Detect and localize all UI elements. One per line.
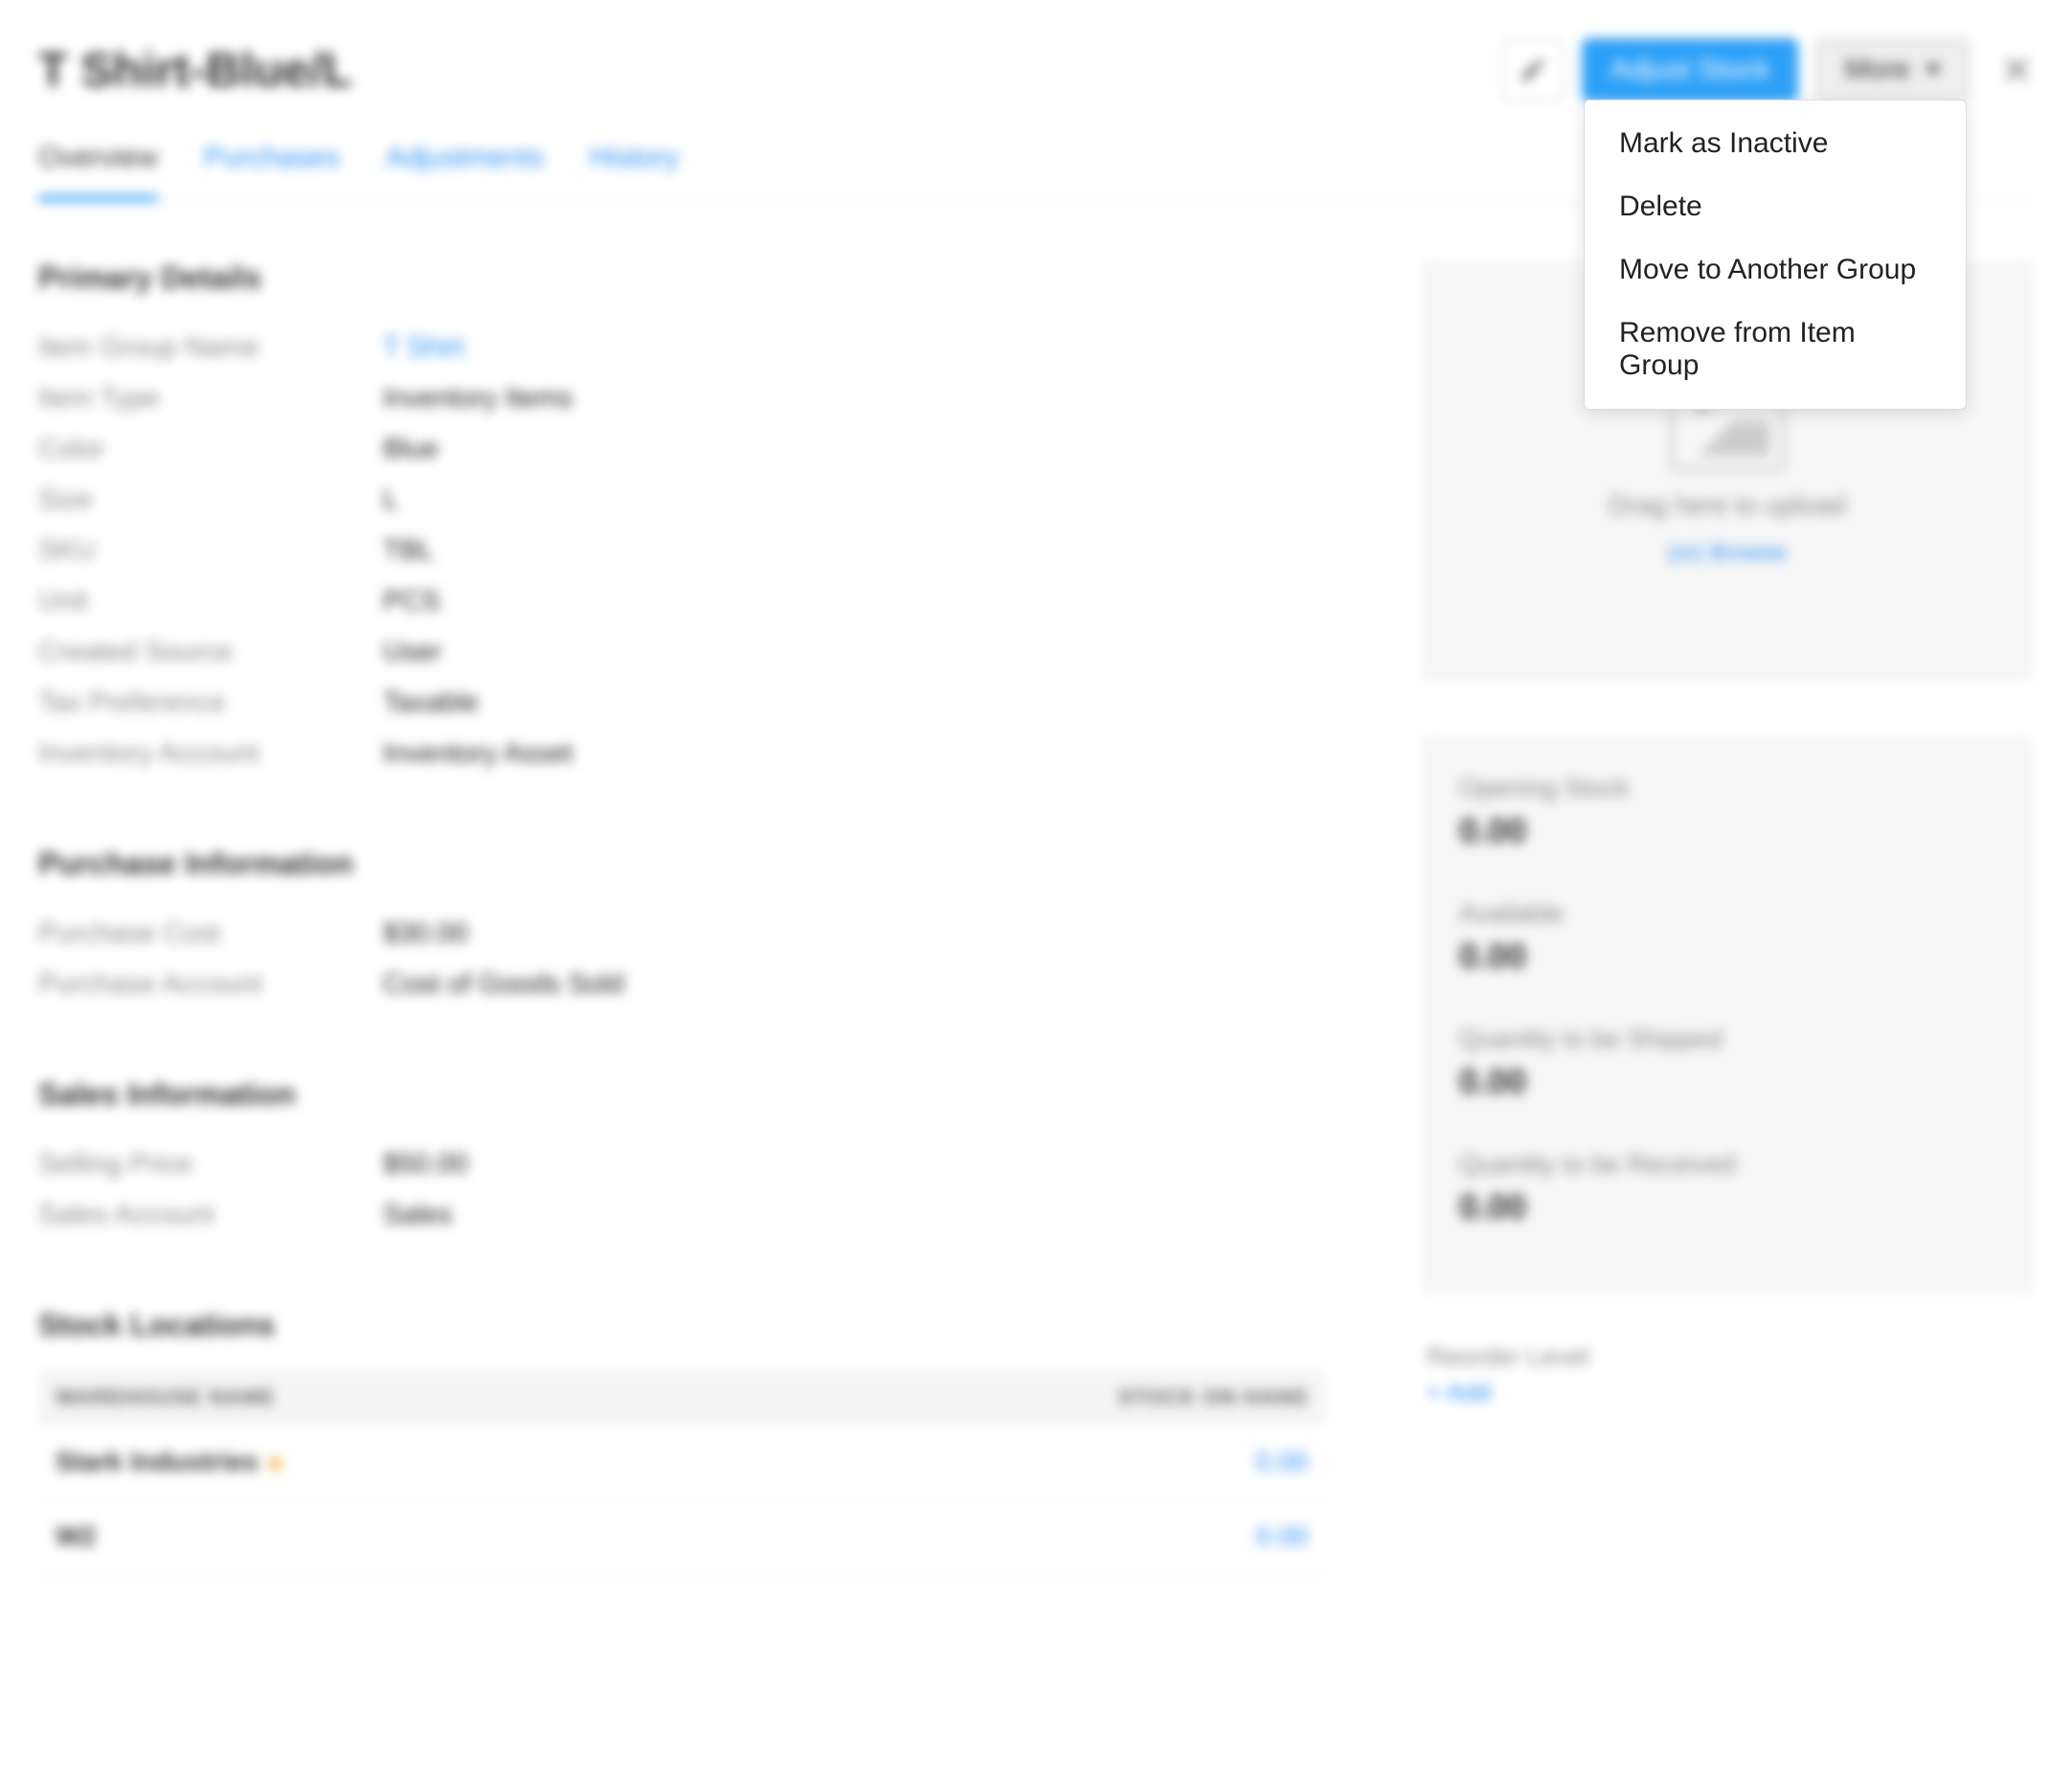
stock-stats-panel: Opening Stock0.00Available0.00Quantity t… <box>1421 735 2034 1294</box>
reorder-level: Reorder Level + Add <box>1421 1342 2034 1407</box>
stat-label: Opening Stock <box>1459 773 1995 803</box>
detail-value: L <box>383 484 398 516</box>
adjust-stock-label: Adjust Stock <box>1610 54 1770 86</box>
detail-label: SKU <box>38 535 383 567</box>
adjust-stock-button[interactable]: Adjust Stock <box>1582 38 1799 101</box>
detail-row: Created SourceUser <box>38 627 1325 678</box>
sales-info-heading: Sales Information <box>38 1077 1325 1112</box>
table-row[interactable]: Stark Industries★0.00 <box>38 1425 1325 1499</box>
stat-block: Quantity to be Received 0.00 <box>1459 1150 1995 1227</box>
stat-value: 0.00 <box>1459 936 1995 976</box>
stock-locations-section: Stock Locations WAREHOUSE NAME STOCK ON … <box>38 1308 1325 1575</box>
dropdown-item-remove-from-item-group[interactable]: Remove from Item Group <box>1585 302 1966 397</box>
detail-label: Selling Price <box>38 1149 383 1180</box>
detail-row: Purchase AccountCost of Goods Sold <box>38 959 1325 1010</box>
detail-row: ColorBlue <box>38 424 1325 475</box>
detail-label: Sales Account <box>38 1199 383 1231</box>
sales-info-section: Sales Information Selling Price$50.00Sal… <box>38 1077 1325 1241</box>
col-stock-on-hand: STOCK ON HAND <box>733 1370 1325 1425</box>
detail-label: Inventory Account <box>38 738 383 770</box>
tab-overview[interactable]: Overview <box>38 128 158 201</box>
purchase-info-heading: Purchase Information <box>38 846 1325 882</box>
detail-value: PCS <box>383 586 440 617</box>
more-dropdown-menu: Mark as InactiveDeleteMove to Another Gr… <box>1584 100 1967 410</box>
stat-value: 0.00 <box>1459 1187 1995 1227</box>
primary-details-heading: Primary Details <box>38 260 1325 296</box>
reorder-add-link[interactable]: + Add <box>1427 1378 2034 1407</box>
table-row[interactable]: W20.00 <box>38 1499 1325 1574</box>
tab-purchases[interactable]: Purchases <box>204 128 340 201</box>
stat-block: Quantity to be Shipped 0.00 <box>1459 1024 1995 1102</box>
warehouse-name-cell: W2 <box>38 1499 733 1574</box>
header-actions: Adjust Stock More ✕ <box>1501 38 2034 101</box>
detail-value: Taxable <box>383 687 479 719</box>
stock-locations-heading: Stock Locations <box>38 1308 1325 1343</box>
pencil-icon <box>1519 56 1547 84</box>
detail-row: Sales AccountSales <box>38 1190 1325 1241</box>
dropdown-item-delete[interactable]: Delete <box>1585 175 1966 238</box>
detail-value: $30.00 <box>383 918 468 950</box>
stat-label: Quantity to be Shipped <box>1459 1024 1995 1054</box>
chevron-down-icon <box>1926 65 1941 75</box>
detail-row: Item Group NameT Shirt <box>38 323 1325 373</box>
tab-adjustments[interactable]: Adjustments <box>386 128 544 201</box>
detail-label: Created Source <box>38 637 383 668</box>
detail-row: Selling Price$50.00 <box>38 1139 1325 1190</box>
detail-value: $50.00 <box>383 1149 468 1180</box>
detail-label: Item Type <box>38 383 383 415</box>
more-label: More <box>1844 54 1909 86</box>
warehouse-name-cell: Stark Industries★ <box>38 1425 733 1499</box>
reorder-label: Reorder Level <box>1427 1342 2034 1372</box>
stock-locations-table: WAREHOUSE NAME STOCK ON HAND Stark Indus… <box>38 1370 1325 1575</box>
dropdown-item-mark-as-inactive[interactable]: Mark as Inactive <box>1585 112 1966 175</box>
stat-block: Available 0.00 <box>1459 899 1995 976</box>
stat-block: Opening Stock 0.00 <box>1459 773 1995 851</box>
upload-drag-text: Drag here to upload <box>1609 490 1846 521</box>
detail-value: Inventory Asset <box>383 738 573 770</box>
detail-row: UnitPCS <box>38 576 1325 627</box>
page-title: T Shirt-Blue/L <box>38 42 352 98</box>
detail-value: Blue <box>383 434 439 465</box>
detail-row: Tax PreferenceTaxable <box>38 678 1325 729</box>
detail-row: SKUTBL <box>38 526 1325 576</box>
detail-label: Purchase Account <box>38 969 383 1000</box>
stat-label: Available <box>1459 899 1995 929</box>
tab-history[interactable]: History <box>590 128 679 201</box>
detail-value: Cost of Goods Sold <box>383 969 623 1000</box>
detail-label: Unit <box>38 586 383 617</box>
stat-value: 0.00 <box>1459 811 1995 851</box>
detail-label: Purchase Cost <box>38 918 383 950</box>
detail-value: Inventory Items <box>383 383 573 415</box>
upload-browse-link[interactable]: (or) Browse <box>1668 540 1787 567</box>
stock-on-hand-cell[interactable]: 0.00 <box>733 1499 1325 1574</box>
detail-row: Inventory AccountInventory Asset <box>38 729 1325 779</box>
detail-value: TBL <box>383 535 434 567</box>
detail-row: Purchase Cost$30.00 <box>38 908 1325 959</box>
detail-label: Item Group Name <box>38 332 383 364</box>
detail-value: User <box>383 637 441 668</box>
stat-label: Quantity to be Received <box>1459 1150 1995 1179</box>
stock-on-hand-cell[interactable]: 0.00 <box>733 1425 1325 1499</box>
edit-button[interactable] <box>1501 38 1565 101</box>
detail-row: SizeL <box>38 475 1325 526</box>
col-warehouse-name: WAREHOUSE NAME <box>38 1370 733 1425</box>
primary-star-icon: ★ <box>266 1451 285 1475</box>
dropdown-item-move-to-another-group[interactable]: Move to Another Group <box>1585 238 1966 302</box>
close-button[interactable]: ✕ <box>2000 47 2034 94</box>
primary-details-section: Primary Details Item Group NameT ShirtIt… <box>38 260 1325 779</box>
purchase-info-section: Purchase Information Purchase Cost$30.00… <box>38 846 1325 1010</box>
detail-value: Sales <box>383 1199 453 1231</box>
detail-value[interactable]: T Shirt <box>383 332 464 364</box>
detail-label: Tax Preference <box>38 687 383 719</box>
more-button[interactable]: More <box>1815 38 1969 101</box>
detail-label: Size <box>38 484 383 516</box>
detail-row: Item TypeInventory Items <box>38 373 1325 424</box>
detail-label: Color <box>38 434 383 465</box>
stat-value: 0.00 <box>1459 1062 1995 1102</box>
